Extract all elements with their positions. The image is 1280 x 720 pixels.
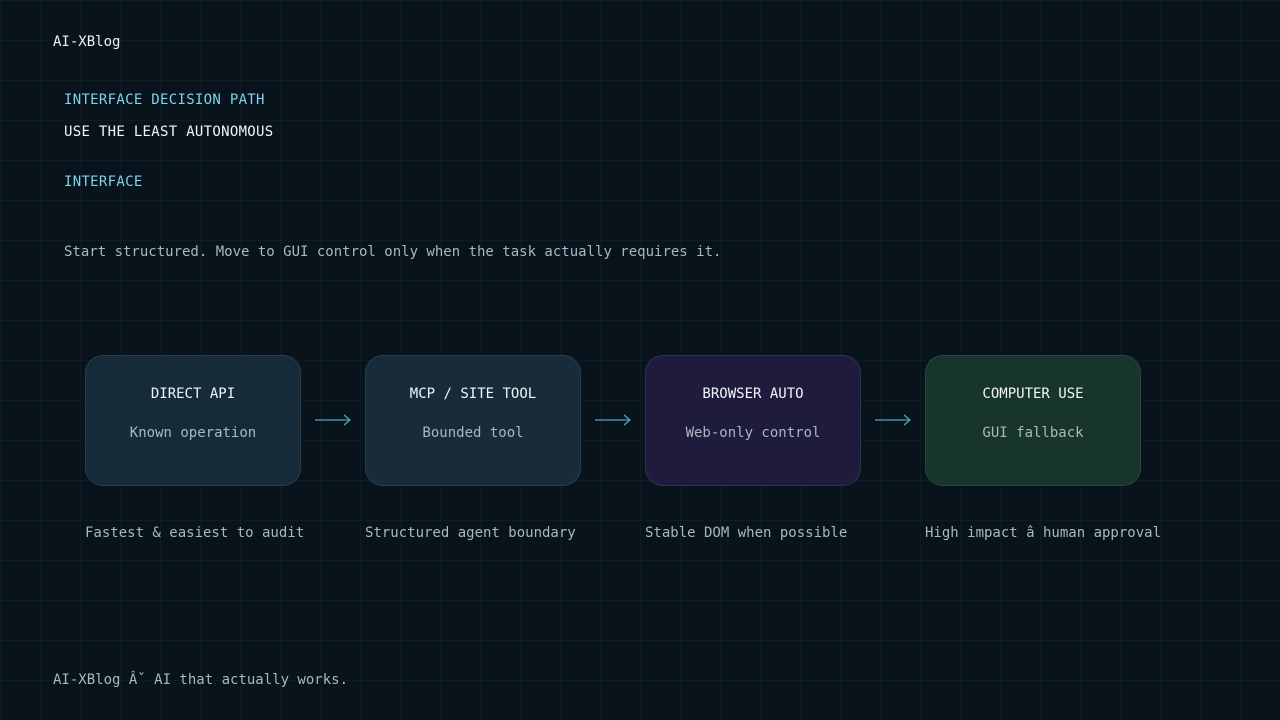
step-box-browser-auto: BROWSER AUTO Web-only control xyxy=(645,355,861,486)
subtitle: Start structured. Move to GUI control on… xyxy=(64,244,722,260)
footer-tagline: AI-XBlog Âˇ AI that actually works. xyxy=(53,672,349,688)
step-label: MCP / SITE TOOL xyxy=(409,386,537,402)
step-description: GUI fallback xyxy=(982,425,1084,441)
step-description: Web-only control xyxy=(685,425,821,441)
step-box-computer-use: COMPUTER USE GUI fallback xyxy=(925,355,1141,486)
step-note-direct-api: Fastest & easiest to audit xyxy=(85,525,305,541)
slide: AI-XBlog INTERFACE DECISION PATH USE THE… xyxy=(0,0,1280,720)
section-kicker: INTERFACE DECISION PATH xyxy=(64,92,265,108)
step-note-computer-use: High impact â human approval xyxy=(925,525,1162,541)
step-description: Known operation xyxy=(129,425,257,441)
step-box-direct-api: DIRECT API Known operation xyxy=(85,355,301,486)
step-note-mcp-site-tool: Structured agent boundary xyxy=(365,525,576,541)
step-label: COMPUTER USE xyxy=(982,386,1084,402)
arrow-right-icon xyxy=(315,414,351,426)
step-description: Bounded tool xyxy=(422,425,524,441)
step-note-browser-auto: Stable DOM when possible xyxy=(645,525,848,541)
headline-line-1: USE THE LEAST AUTONOMOUS xyxy=(64,124,274,140)
headline-line-2: INTERFACE xyxy=(64,174,143,190)
brand-logo-text: AI-XBlog xyxy=(53,34,121,50)
arrow-right-icon xyxy=(595,414,631,426)
step-label: DIRECT API xyxy=(150,386,236,402)
arrow-right-icon xyxy=(875,414,911,426)
step-box-mcp-site-tool: MCP / SITE TOOL Bounded tool xyxy=(365,355,581,486)
step-label: BROWSER AUTO xyxy=(702,386,804,402)
